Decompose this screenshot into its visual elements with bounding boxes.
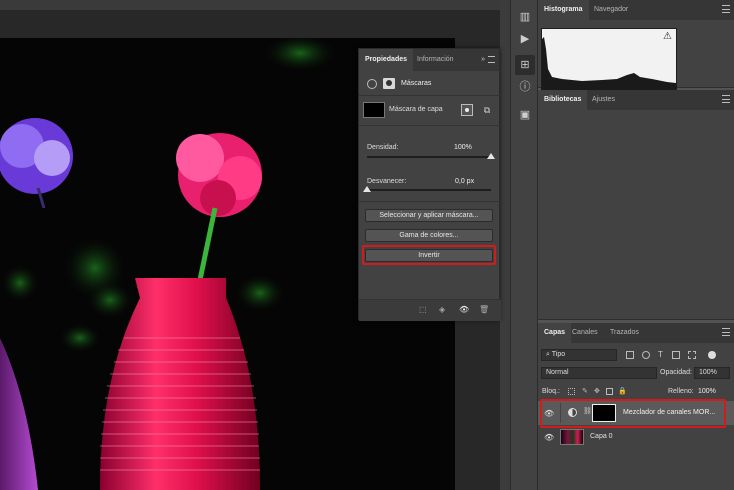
tab-bibliotecas[interactable]: Bibliotecas — [538, 90, 588, 110]
collapse-arrows-icon[interactable]: » — [481, 56, 485, 63]
tab-canales[interactable]: Canales — [566, 323, 604, 343]
tab-trazados[interactable]: Trazados — [604, 323, 645, 343]
layers-panel: Capas Canales Trazados ⌕ Tipo T Normal O… — [538, 323, 734, 490]
feather-value[interactable]: 0,0 px — [455, 178, 474, 185]
visibility-eye-icon[interactable]: 👁 — [544, 433, 554, 442]
add-pixel-mask-icon[interactable] — [461, 104, 473, 116]
document-tab-bar — [0, 0, 500, 10]
filter-type-icon[interactable]: T — [658, 350, 663, 359]
properties-strip-button[interactable]: ⊞ — [515, 55, 535, 75]
opacity-value[interactable]: 100% — [694, 367, 730, 379]
lock-all-icon[interactable]: 🔒 — [618, 387, 627, 395]
panel-menu-icon[interactable] — [488, 56, 495, 63]
info-icon[interactable]: ⓘ — [517, 80, 533, 94]
panel-menu-icon[interactable] — [722, 5, 730, 13]
libraries-tabbar: Bibliotecas Ajustes — [538, 90, 734, 110]
lock-artboard-icon[interactable] — [606, 388, 613, 395]
divider — [359, 95, 501, 96]
filter-shape-icon[interactable] — [672, 351, 680, 359]
density-slider-thumb[interactable] — [487, 153, 495, 159]
histogram-icon[interactable]: ▥ — [517, 10, 533, 24]
histogram-curve — [542, 37, 676, 91]
warning-icon[interactable]: ⚠ — [663, 31, 672, 42]
properties-footer: ⬚ ◈ 👁 🗑 — [359, 299, 501, 321]
tab-ajustes[interactable]: Ajustes — [586, 90, 621, 110]
layer-name[interactable]: Capa 0 — [590, 433, 613, 440]
color-range-button[interactable]: Gama de colores... — [365, 229, 493, 242]
divider — [359, 125, 501, 126]
mask-label: Máscara de capa — [389, 106, 443, 113]
visibility-eye-icon[interactable]: 👁 — [459, 305, 469, 314]
panel-menu-icon[interactable] — [722, 328, 730, 336]
tab-informacion[interactable]: Información — [411, 49, 460, 71]
adjustment-icon[interactable] — [367, 79, 377, 89]
layers-tabbar: Capas Canales Trazados — [538, 323, 734, 343]
pixel-mask-icon[interactable] — [383, 78, 395, 89]
canvas-scrollbar[interactable] — [500, 0, 510, 490]
properties-tabbar: Propiedades Información » — [359, 49, 499, 71]
histogram-panel: Histograma Navegador ⚠ — [538, 0, 734, 92]
apply-mask-icon[interactable]: ◈ — [439, 305, 445, 314]
mask-thumbnail[interactable] — [363, 102, 385, 118]
tab-navegador[interactable]: Navegador — [588, 0, 634, 20]
properties-panel: Propiedades Información » Máscaras Másca… — [358, 48, 501, 321]
layer-filter-select[interactable]: ⌕ Tipo — [541, 349, 617, 361]
panel-menu-icon[interactable] — [722, 95, 730, 103]
properties-icon: ⊞ — [520, 59, 530, 71]
trash-icon[interactable]: 🗑 — [479, 305, 489, 314]
feather-slider-track[interactable] — [367, 189, 491, 191]
fill-label: Relleno: — [668, 388, 694, 395]
blend-mode-select[interactable]: Normal — [541, 367, 657, 379]
filter-toggle-icon[interactable] — [708, 351, 716, 359]
right-dock: Histograma Navegador ⚠ Bibliotecas Ajust… — [538, 0, 734, 490]
filter-pixel-icon[interactable] — [626, 351, 634, 359]
layer-thumbnail[interactable] — [560, 429, 584, 445]
filter-smart-object-icon[interactable] — [688, 351, 696, 359]
add-vector-mask-icon[interactable]: ⧉ — [481, 104, 493, 116]
layer-filter-value: Tipo — [551, 351, 566, 358]
density-label: Densidad: — [367, 144, 399, 151]
fill-value[interactable]: 100% — [698, 388, 716, 395]
tab-histograma[interactable]: Histograma — [538, 0, 589, 20]
lock-position-icon[interactable]: ✥ — [594, 387, 600, 395]
load-selection-icon[interactable]: ⬚ — [419, 305, 427, 314]
libraries-panel: Bibliotecas Ajustes — [538, 90, 734, 320]
masks-section-label: Máscaras — [401, 80, 432, 87]
lock-paint-icon[interactable]: ✎ — [582, 387, 588, 395]
lock-label: Bloq.: — [542, 388, 560, 395]
histogram-tabbar: Histograma Navegador — [538, 0, 734, 20]
density-value[interactable]: 100% — [454, 144, 472, 151]
feather-label: Desvanecer: — [367, 178, 407, 185]
filter-adjustment-icon[interactable] — [642, 351, 650, 359]
feather-slider-thumb[interactable] — [363, 186, 371, 192]
layer-row-capa-0[interactable]: 👁 Capa 0 — [538, 427, 734, 449]
invert-highlight-outline — [362, 245, 496, 265]
histogram-graph: ⚠ — [541, 28, 677, 92]
panel-icon-strip: ▥ ▶ ⊞ ⓘ ▣ — [510, 0, 538, 490]
tab-propiedades[interactable]: Propiedades — [359, 49, 414, 71]
density-slider-track[interactable] — [367, 156, 491, 158]
divider — [359, 201, 501, 202]
lock-transparent-icon[interactable] — [568, 388, 575, 395]
select-and-mask-button[interactable]: Seleccionar y aplicar máscara... — [365, 209, 493, 222]
layer-highlight-outline — [540, 399, 726, 428]
actions-play-icon[interactable]: ▶ — [517, 32, 533, 46]
opacity-label: Opacidad: — [660, 369, 692, 376]
libraries-icon[interactable]: ▣ — [517, 108, 533, 122]
